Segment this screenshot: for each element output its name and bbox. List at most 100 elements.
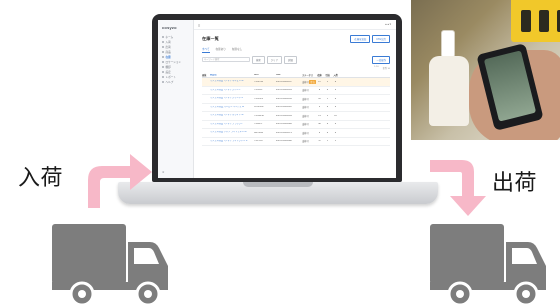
sidebar-item-label: 棚卸 bbox=[165, 65, 171, 69]
nav-bullet-icon bbox=[162, 70, 164, 73]
product-name-link[interactable]: サンプル商品 Tシャツ グリーン S bbox=[210, 97, 254, 100]
sidebar-item-label: 入荷 bbox=[165, 40, 171, 44]
crate-image bbox=[511, 0, 560, 42]
add-stock-button[interactable]: 在庫を追加 bbox=[350, 35, 371, 43]
outbound-truck-icon bbox=[430, 224, 546, 305]
jan-cell: 4901234500028 bbox=[276, 89, 292, 92]
sidebar-item-label: 出荷 bbox=[165, 45, 171, 49]
stock-qty: 20 bbox=[318, 97, 321, 100]
inbound-qty: 2 bbox=[334, 140, 337, 143]
laptop-notch bbox=[243, 182, 313, 187]
pager-total: 全件 10 bbox=[382, 68, 390, 70]
allocated-qty: 4 bbox=[326, 123, 329, 126]
nav-bullet-icon bbox=[162, 35, 164, 38]
tab-all[interactable]: すべて bbox=[202, 47, 210, 53]
inbound-qty: 5 bbox=[334, 89, 337, 92]
search-button[interactable]: 検索 bbox=[252, 55, 265, 64]
product-name-link[interactable]: サンプル商品 パーカー ベージュ M bbox=[210, 106, 254, 109]
status-text: 出荷可 bbox=[302, 132, 309, 135]
scanning-photo bbox=[411, 0, 560, 140]
sidebar-item-label: レポート bbox=[165, 75, 176, 79]
nav-bullet-icon bbox=[162, 45, 164, 48]
allocated-qty: 0 bbox=[326, 89, 329, 92]
table-row[interactable]: サンプル商品 パーカー ベージュ M PK-BG-M 4901234500042 出荷… bbox=[202, 104, 390, 112]
app-topbar: ≡ ● ● ▾ bbox=[194, 20, 396, 30]
status-text: 出荷可 bbox=[302, 115, 309, 118]
product-name-link[interactable]: サンプル商品 Tシャツ ホワイト M bbox=[210, 114, 254, 117]
hamburger-icon[interactable]: ≡ bbox=[198, 23, 200, 28]
col-jan: JAN bbox=[276, 74, 281, 76]
jan-cell: 4901234500042 bbox=[276, 106, 292, 109]
product-name-link[interactable]: サンプル商品 シャツ ライトブルー M bbox=[210, 131, 254, 134]
status-text: 出荷可 bbox=[302, 81, 309, 84]
product-name-link[interactable]: サンプル商品 Tシャツ ライトグレー S bbox=[210, 140, 254, 143]
outbound-label: 出荷 bbox=[492, 171, 538, 196]
jan-cell: 4901234500035 bbox=[276, 97, 292, 100]
nav-bullet-icon bbox=[162, 50, 164, 53]
csv-export-button[interactable]: CSV出力 bbox=[372, 35, 390, 43]
status-text: 出荷可 bbox=[302, 98, 309, 101]
sku-cell: TS-LG-S bbox=[254, 140, 263, 143]
tab-bar: すべて 在庫あり 在庫なし bbox=[202, 47, 242, 53]
sku-cell: TS-GN-S bbox=[254, 97, 263, 100]
sku-cell: TS-WH-M bbox=[254, 114, 264, 117]
sidebar-item-label: 在庫 bbox=[165, 55, 171, 59]
nav-bullet-icon bbox=[162, 80, 164, 83]
inbound-qty: 0 bbox=[334, 123, 337, 126]
detail-filter-button[interactable]: 詳細 bbox=[283, 55, 297, 64]
sidebar-item-label: ホーム bbox=[165, 35, 174, 39]
inbound-truck-icon bbox=[52, 224, 168, 305]
table-row[interactable]: サンプル商品 Tシャツ ブラック L TS-BK-L 4901234500066 出荷… bbox=[202, 121, 390, 129]
col-allocated: 引当 bbox=[325, 75, 330, 77]
status-cell: 出荷可 bbox=[302, 105, 316, 109]
allocated-qty: 0 bbox=[326, 131, 329, 134]
bulk-action-button[interactable]: 一括操作 bbox=[372, 55, 390, 64]
status-cell: 出荷可 引当 bbox=[302, 79, 316, 84]
table-row[interactable]: サンプル商品 シャツ ライトブルー M SH-LB-M 4901234500073 出… bbox=[202, 129, 390, 138]
sidebar-item-label: ロケーション bbox=[165, 60, 182, 64]
search-input[interactable]: キーワード検索 bbox=[202, 57, 250, 62]
header-actions: 在庫を追加 CSV出力 bbox=[350, 35, 390, 43]
clear-button[interactable]: クリア bbox=[266, 55, 282, 64]
inventory-app: cosyzo ホーム 入荷 出荷 商品 在庫 ロケーション 棚卸 設定 レポート ヘルプ ⚙ ≡ … bbox=[158, 20, 396, 178]
table-row[interactable]: サンプル商品 Tシャツ グレー L TS-GR-L 4901234500028 出荷可… bbox=[202, 87, 390, 95]
tab-in-stock[interactable]: 在庫あり bbox=[216, 47, 226, 53]
jan-cell: 4901234500080 bbox=[276, 140, 292, 143]
product-name-link[interactable]: サンプル商品 Tシャツ グレー L bbox=[210, 89, 254, 92]
tab-out-of-stock[interactable]: 在庫なし bbox=[232, 47, 242, 53]
table-row[interactable]: サンプル商品 Tシャツ ホワイト M TS-WH-M 4901234500059 出荷… bbox=[202, 112, 390, 121]
stock-qty: 12 bbox=[318, 80, 321, 83]
product-name-link[interactable]: サンプル商品 Tシャツ ブラック L bbox=[210, 123, 254, 126]
sku-cell: SH-LB-M bbox=[254, 131, 263, 134]
allocated-qty: 1 bbox=[326, 140, 329, 143]
sidebar-footer-icon[interactable]: ⚙ bbox=[162, 171, 164, 174]
nav-bullet-icon bbox=[162, 65, 164, 68]
table-row[interactable]: サンプル商品 Tシャツ ライトグレー S TS-LG-S 4901234500080… bbox=[202, 138, 390, 146]
table-row[interactable]: サンプル商品 Tシャツ グリーン S TS-GN-S 4901234500035 出荷… bbox=[202, 95, 390, 104]
page-title: 在庫一覧 bbox=[202, 36, 219, 41]
sidebar-item[interactable]: ヘルプ bbox=[162, 79, 192, 84]
status-cell: 出荷可 bbox=[302, 131, 316, 135]
col-name: 商品名 bbox=[210, 73, 217, 76]
stock-qty: 15 bbox=[318, 114, 321, 117]
inbound-qty: 0 bbox=[334, 131, 337, 134]
allocated-qty: 3 bbox=[326, 114, 329, 117]
inbound-qty: 0 bbox=[334, 80, 337, 83]
inbound-qty: 10 bbox=[334, 114, 337, 117]
sku-cell: PK-BG-M bbox=[254, 106, 264, 109]
col-inbound: 入荷 bbox=[333, 75, 338, 77]
status-cell: 出荷可 bbox=[302, 114, 316, 118]
product-name-link[interactable]: サンプル商品 Tシャツ ネイビー M bbox=[210, 80, 254, 83]
status-text: 出荷可 bbox=[302, 141, 309, 144]
sidebar-nav: ホーム 入荷 出荷 商品 在庫 ロケーション 棚卸 設定 レポート ヘルプ bbox=[162, 34, 192, 84]
user-menu-icon[interactable]: ● ● ▾ bbox=[385, 23, 391, 26]
status-cell: 出荷可 bbox=[302, 122, 316, 126]
col-stock: 在庫 bbox=[317, 75, 322, 77]
table-row[interactable]: サンプル商品 Tシャツ ネイビー M TS-NV-M 4901234500011 出荷… bbox=[202, 78, 390, 87]
sku-cell: TS-BK-L bbox=[254, 123, 263, 126]
pager-range: 1-10 bbox=[374, 66, 379, 68]
inventory-table: 画像 商品名 SKU JAN ステータス 在庫 引当 入荷 サンプル商品 Tシャ… bbox=[202, 73, 390, 146]
pagination: 1-10 全件 10 bbox=[202, 66, 390, 71]
nav-bullet-icon bbox=[162, 75, 164, 78]
sku-cell: TS-NV-M bbox=[254, 80, 263, 83]
